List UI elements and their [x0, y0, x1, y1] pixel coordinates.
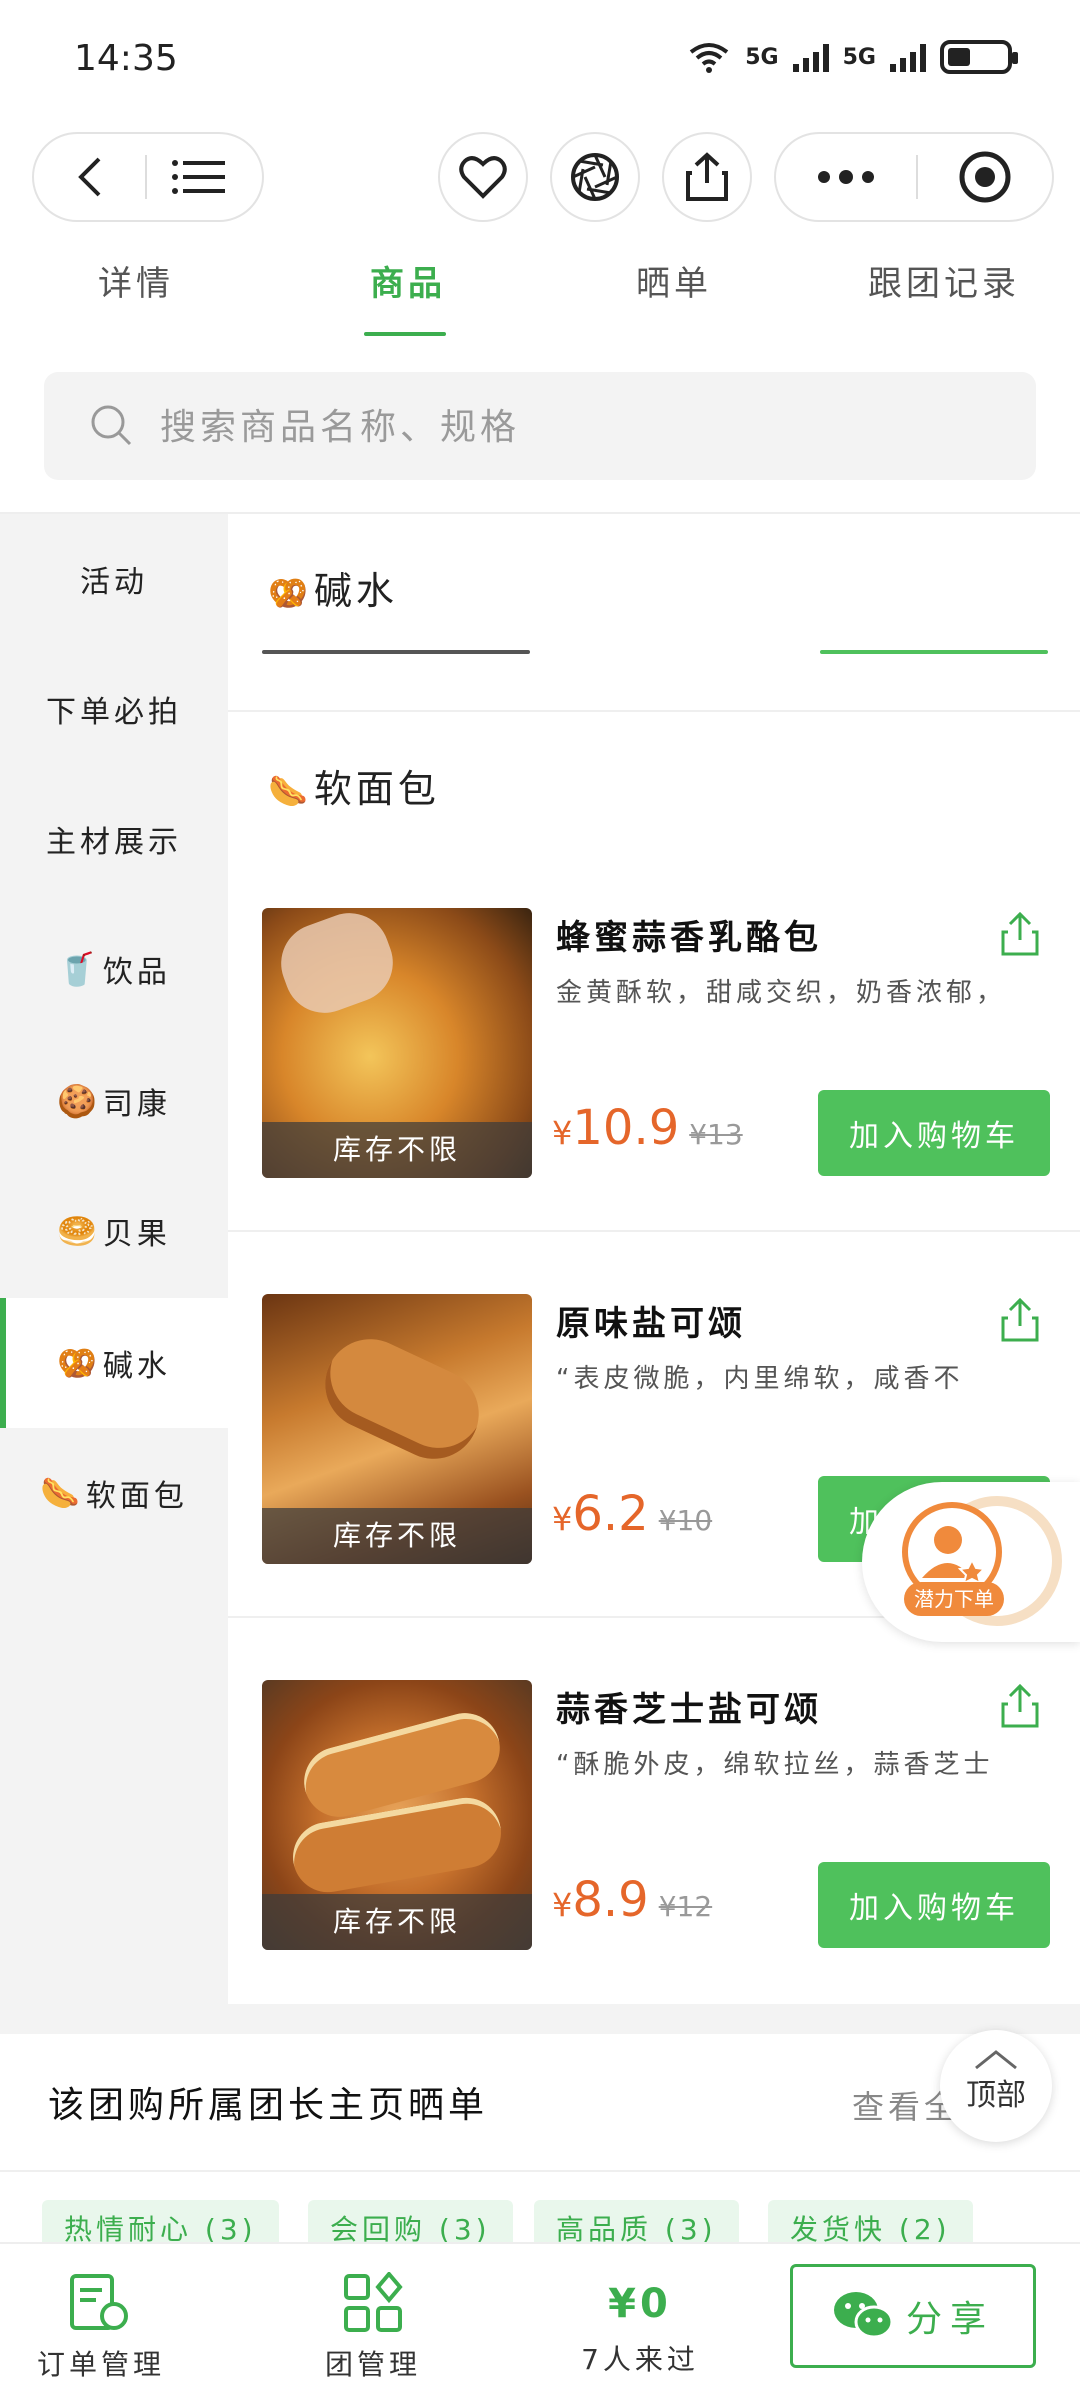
amount-value: ¥0 — [608, 2281, 672, 2327]
close-target-icon[interactable] — [958, 150, 1012, 204]
stock-label: 库存不限 — [262, 1508, 532, 1564]
product-description: “表皮微脆，内里绵软，咸香不 — [556, 1364, 964, 1394]
status-time: 14:35 — [74, 38, 178, 79]
cookie-icon: 🍪 — [57, 1082, 101, 1120]
back-icon[interactable] — [71, 155, 111, 199]
potential-order-float[interactable]: 潜力下单 — [862, 1482, 1080, 1642]
status-icons: 5G 5G — [687, 40, 1018, 74]
original-price: ¥12 — [658, 1890, 713, 1923]
battery-icon — [940, 40, 1018, 74]
wifi-icon — [690, 43, 729, 73]
product-description: “酥脆外皮，绵软拉丝，蒜香芝士 — [556, 1750, 994, 1780]
more-dots-icon[interactable] — [816, 170, 876, 184]
nav-back-menu-pill — [32, 132, 264, 222]
tab-group-records[interactable]: 跟团记录 — [868, 256, 1020, 305]
partial-card-bar-right — [820, 650, 1048, 654]
section-gap — [0, 2004, 1080, 2034]
product-price: ¥10.9 ¥13 — [552, 1100, 743, 1156]
product-divider — [228, 1230, 1080, 1232]
sidebar-item-pretzel[interactable]: 🥨 碱水 — [0, 1298, 228, 1428]
order-management-button[interactable]: 订单管理 — [36, 2272, 166, 2383]
sidebar-item-ingredients[interactable]: 主材展示 — [0, 774, 228, 904]
aperture-icon — [571, 153, 619, 201]
leader-reviews-title: 该团购所属团长主页晒单 — [48, 2085, 489, 2126]
tab-active-underline — [364, 332, 446, 336]
original-price: ¥13 — [689, 1118, 743, 1151]
signal-icon-2 — [890, 42, 926, 72]
group-management-button[interactable]: 团管理 — [318, 2270, 428, 2383]
tab-products[interactable]: 商品 — [370, 256, 446, 305]
product-description: 金黄酥软，甜咸交织，奶香浓郁， — [556, 978, 1007, 1008]
leader-divider — [0, 2170, 1080, 2172]
partial-card-bar-left — [262, 650, 530, 654]
price-value: 8.9 — [572, 1872, 649, 1928]
search-placeholder: 搜索商品名称、规格 — [160, 407, 521, 448]
upload-share-icon — [686, 152, 728, 201]
hotdog-icon: 🌭 — [268, 772, 312, 810]
mini-program-capsule — [774, 132, 1054, 222]
network-label: 5G — [745, 44, 779, 70]
product-name[interactable]: 蒜香芝士盐可颂 — [556, 1682, 822, 1731]
network-label-2: 5G — [842, 44, 876, 70]
favorite-button[interactable] — [438, 132, 528, 222]
grid-apps-icon — [344, 2270, 403, 2332]
potential-order-label: 潜力下单 — [904, 1582, 1004, 1616]
price-value: 10.9 — [572, 1100, 680, 1156]
stock-label: 库存不限 — [262, 1122, 532, 1178]
wechat-icon — [833, 2292, 894, 2339]
sidebar-item-soft-bread[interactable]: 🌭 软面包 — [0, 1428, 228, 1558]
share-button[interactable]: 分享 — [790, 2264, 1036, 2368]
chevron-up-icon — [975, 2050, 1017, 2070]
share-top-button[interactable] — [662, 132, 752, 222]
order-doc-icon — [70, 2274, 128, 2330]
pretzel-icon: 🥨 — [268, 574, 312, 612]
section-divider — [228, 710, 1080, 712]
status-bar: 14:35 5G 5G — [0, 0, 1080, 120]
product-image[interactable]: 库存不限 — [262, 1294, 532, 1564]
sidebar-item-bagels[interactable]: 🥯 贝果 — [0, 1166, 228, 1296]
product-price: ¥6.2 ¥10 — [552, 1486, 713, 1542]
pretzel-icon: 🥨 — [57, 1344, 101, 1382]
sidebar-item-must-order[interactable]: 下单必拍 — [0, 644, 228, 774]
section-soft-bread-header: 🌭软面包 — [268, 767, 440, 811]
sidebar-item-drinks[interactable]: 🥤 饮品 — [0, 904, 228, 1034]
product-name[interactable]: 原味盐可颂 — [556, 1296, 746, 1345]
product-price: ¥8.9 ¥12 — [552, 1872, 713, 1928]
top-label: 顶部 — [966, 2078, 1026, 2113]
product-image[interactable]: 库存不限 — [262, 908, 532, 1178]
scroll-to-top-button[interactable]: 顶部 — [940, 2030, 1052, 2142]
heart-icon — [459, 156, 507, 199]
cup-icon: 🥤 — [57, 950, 101, 988]
product-image[interactable]: 库存不限 — [262, 1680, 532, 1950]
category-sidebar: 活动 下单必拍 主材展示 🥤 饮品 🍪 司康 🥯 贝果 🥨 碱水 🌭 软面包 — [0, 514, 228, 2004]
tab-reviews[interactable]: 晒单 — [636, 256, 712, 305]
sidebar-item-activity[interactable]: 活动 — [0, 514, 228, 644]
add-to-cart-button[interactable]: 加入购物车 — [818, 1862, 1050, 1948]
price-value: 6.2 — [572, 1486, 649, 1542]
stock-label: 库存不限 — [262, 1894, 532, 1950]
visitors-summary[interactable]: ¥0 7人来过 — [580, 2272, 700, 2378]
share-icon[interactable] — [1000, 1684, 1040, 1728]
add-to-cart-button[interactable]: 加入购物车 — [818, 1090, 1050, 1176]
camera-aperture-button[interactable] — [550, 132, 640, 222]
share-icon[interactable] — [1000, 912, 1040, 956]
sidebar-item-scones[interactable]: 🍪 司康 — [0, 1036, 228, 1166]
section-pretzel-header: 🥨碱水 — [268, 569, 398, 613]
share-icon[interactable] — [1000, 1298, 1040, 1342]
signal-icon — [792, 42, 829, 72]
tab-details[interactable]: 详情 — [98, 256, 174, 305]
hotdog-icon: 🌭 — [40, 1474, 84, 1512]
product-name[interactable]: 蜂蜜蒜香乳酪包 — [556, 910, 822, 959]
search-icon — [91, 405, 132, 446]
bagel-icon: 🥯 — [57, 1212, 101, 1250]
original-price: ¥10 — [658, 1504, 713, 1537]
list-menu-icon[interactable] — [171, 157, 225, 197]
